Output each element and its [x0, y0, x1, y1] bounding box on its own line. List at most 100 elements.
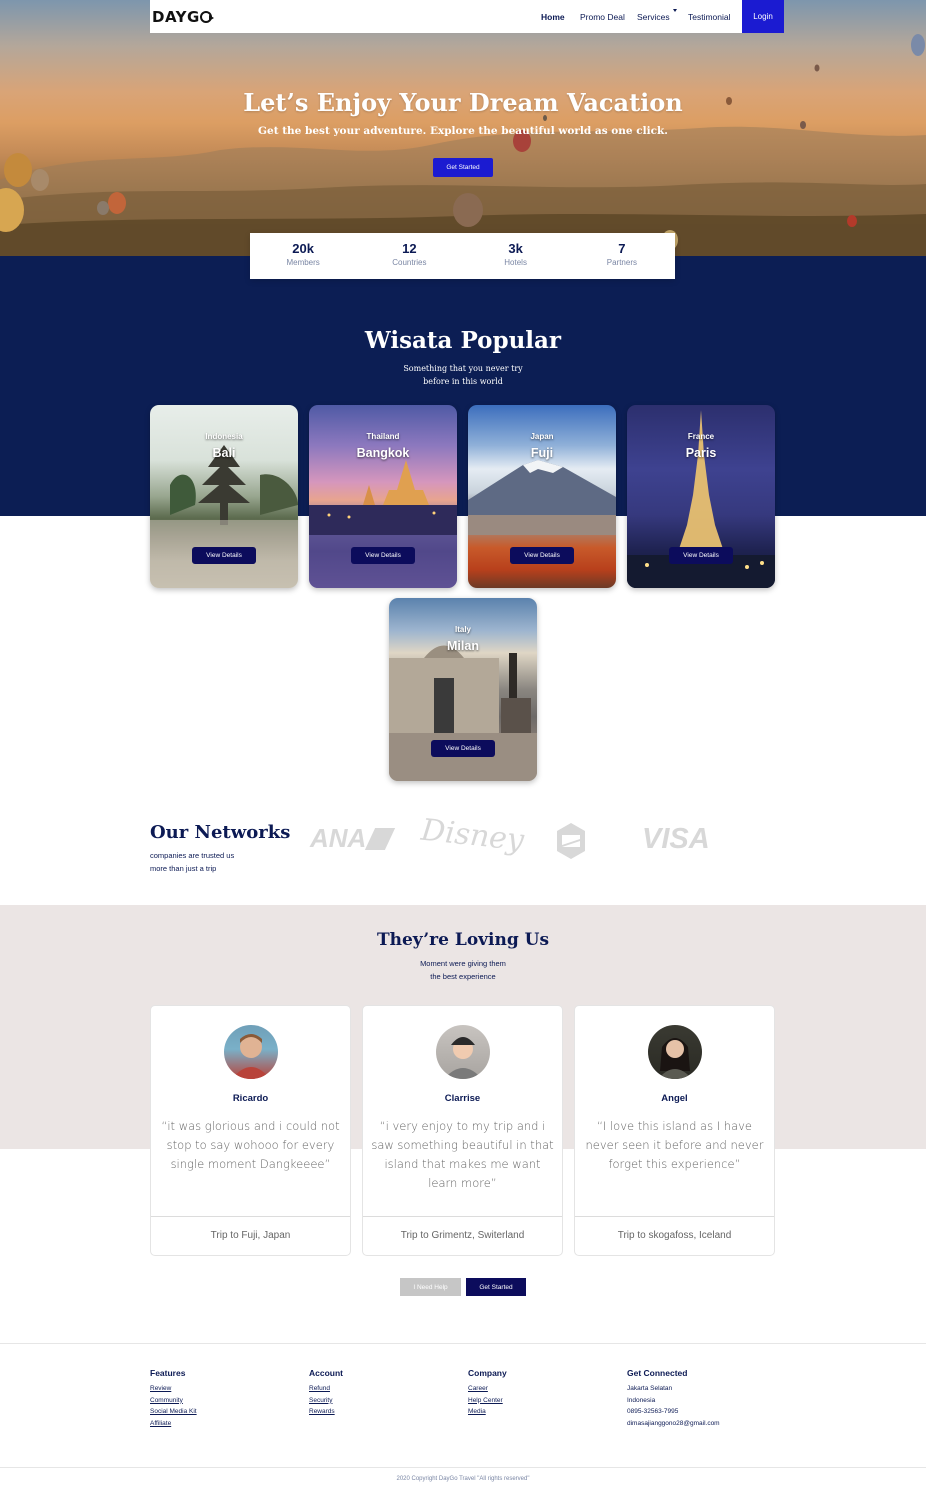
testimonial-card: Clarrise “i very enjoy to my trip and i … — [362, 1005, 563, 1256]
footer-link-media[interactable]: Media — [468, 1406, 507, 1418]
stat-countries: 12 Countries — [356, 233, 462, 279]
nav-home[interactable]: Home — [541, 12, 565, 22]
stat-label: Partners — [606, 258, 637, 267]
destination-card-milan[interactable]: Italy Milan View Details — [389, 598, 537, 781]
popular-subtitle: Something that you never try before in t… — [0, 362, 926, 388]
footer-heading: Company — [468, 1368, 507, 1378]
footer-account: Account Refund Security Rewards — [309, 1368, 343, 1418]
networks-subtitle-line2: more than just a trip — [150, 864, 217, 873]
testimonials-subtitle: Moment were giving them the best experie… — [0, 957, 926, 983]
card-country: Japan — [530, 432, 554, 441]
footer-link-social-media-kit[interactable]: Social Media Kit — [150, 1406, 197, 1418]
card-country: France — [687, 432, 715, 441]
card-country: Thailand — [366, 432, 400, 441]
card-city: Fuji — [530, 446, 554, 460]
view-details-button[interactable]: View Details — [351, 547, 415, 564]
destination-card-fuji[interactable]: Japan Fuji View Details — [468, 405, 616, 588]
card-country: Indonesia — [205, 432, 243, 441]
footer-features: Features Review Community Social Media K… — [150, 1368, 197, 1429]
card-city: Bangkok — [356, 446, 410, 460]
login-button[interactable]: Login — [742, 0, 784, 33]
footer-link-rewards[interactable]: Rewards — [309, 1406, 343, 1418]
avatar — [648, 1025, 702, 1079]
nav-promo-deal[interactable]: Promo Deal — [580, 12, 625, 22]
footer-link-help-center[interactable]: Help Center — [468, 1395, 507, 1407]
disney-logo: Disney — [419, 812, 526, 859]
stat-value: 3k — [508, 241, 523, 256]
popular-subtitle-line1: Something that you never try — [403, 364, 523, 373]
footer-email: dimasajianggono28@gmail.com — [627, 1419, 720, 1427]
testimonial-card: Ricardo “it was glorious and i could not… — [150, 1005, 351, 1256]
networks-title: Our Networks — [150, 822, 291, 843]
stat-label: Members — [286, 258, 320, 267]
footer-address-country: Indonesia — [627, 1396, 656, 1404]
destination-card-bali[interactable]: Indonesia Bali View Details — [150, 405, 298, 588]
view-details-button[interactable]: View Details — [192, 547, 256, 564]
stats-bar: 20k Members 12 Countries 3k Hotels 7 Par… — [250, 233, 675, 279]
footer-link-review[interactable]: Review — [150, 1383, 197, 1395]
testimonial-card: Angel “I love this island as I have neve… — [574, 1005, 775, 1256]
get-started-button[interactable]: Get Started — [466, 1278, 526, 1296]
visa-logo: VISA — [642, 823, 710, 855]
footer-divider — [0, 1343, 926, 1344]
destination-card-bangkok[interactable]: Thailand Bangkok View Details — [309, 405, 457, 588]
testimonial-name: Clarrise — [444, 1093, 481, 1104]
footer-link-refund[interactable]: Refund — [309, 1383, 343, 1395]
popular-subtitle-line2: before in this world — [423, 377, 503, 386]
stat-label: Countries — [392, 258, 427, 267]
footer-heading: Account — [309, 1368, 343, 1378]
view-details-button[interactable]: View Details — [510, 547, 574, 564]
footer-company: Company Career Help Center Media — [468, 1368, 507, 1418]
hero-subtitle: Get the best your adventure. Explore the… — [258, 125, 668, 137]
stat-members: 20k Members — [250, 233, 356, 279]
testimonial-trip: Trip to Grimentz, Switerland — [400, 1230, 525, 1241]
need-help-button[interactable]: I Need Help — [400, 1278, 461, 1296]
card-country: Italy — [454, 625, 471, 634]
footer-phone: 0895-32563-7995 — [627, 1408, 679, 1415]
testimonials-title: They’re Loving Us — [376, 930, 550, 950]
testimonial-name: Ricardo — [232, 1093, 269, 1104]
logo-o-icon — [199, 11, 214, 23]
hero-section: Let’s Enjoy Your Dream Vacation Get the … — [0, 0, 926, 256]
testimonial-name: Angel — [661, 1093, 688, 1104]
footer-heading: Features — [150, 1368, 186, 1378]
footer-bottom-divider — [0, 1467, 926, 1468]
shield-logo-icon — [557, 823, 585, 859]
footer-link-security[interactable]: Security — [309, 1395, 343, 1407]
testimonials-subtitle-line2: the best experience — [430, 972, 496, 981]
testimonials-subtitle-line1: Moment were giving them — [420, 959, 506, 968]
footer-link-affiliate[interactable]: Affiliate — [150, 1418, 197, 1430]
hero-title: Let’s Enjoy Your Dream Vacation — [243, 88, 683, 117]
footer-link-community[interactable]: Community — [150, 1395, 197, 1407]
avatar — [224, 1025, 278, 1079]
testimonial-quote: “i very enjoy to my trip and i saw somet… — [371, 1119, 554, 1190]
nav-testimonial[interactable]: Testimonial — [688, 12, 731, 22]
hero-get-started-button[interactable]: Get Started — [433, 158, 493, 177]
view-details-button[interactable]: View Details — [669, 547, 733, 564]
navbar: DAYG Home Promo Deal Services Testimonia… — [150, 0, 784, 33]
logo[interactable]: DAYG — [152, 8, 214, 26]
stat-value: 7 — [618, 241, 626, 256]
stat-value: 20k — [292, 241, 314, 256]
card-city: Bali — [212, 446, 236, 460]
card-city: Milan — [447, 639, 479, 653]
stat-label: Hotels — [504, 258, 527, 267]
footer-heading: Get Connected — [627, 1368, 688, 1378]
testimonial-quote: “it was glorious and i could not stop to… — [161, 1119, 340, 1171]
popular-title: Wisata Popular — [364, 327, 562, 354]
chevron-down-icon[interactable] — [673, 9, 677, 12]
footer-connected: Get Connected Jakarta Selatan Indonesia … — [627, 1368, 720, 1429]
divider — [151, 1216, 350, 1217]
stat-hotels: 3k Hotels — [463, 233, 569, 279]
avatar — [436, 1025, 490, 1079]
destination-card-paris[interactable]: France Paris View Details — [627, 405, 775, 588]
footer-address-city: Jakarta Selatan — [627, 1385, 673, 1392]
stat-value: 12 — [402, 241, 417, 256]
nav-services[interactable]: Services — [637, 12, 670, 22]
ana-logo: ANA — [310, 823, 396, 854]
testimonial-trip: Trip to Fuji, Japan — [210, 1230, 291, 1241]
card-city: Paris — [685, 446, 717, 460]
view-details-button[interactable]: View Details — [431, 740, 495, 757]
footer-link-career[interactable]: Career — [468, 1383, 507, 1395]
copyright: 2020 Copyright DayGo Travel "All rights … — [396, 1476, 530, 1482]
